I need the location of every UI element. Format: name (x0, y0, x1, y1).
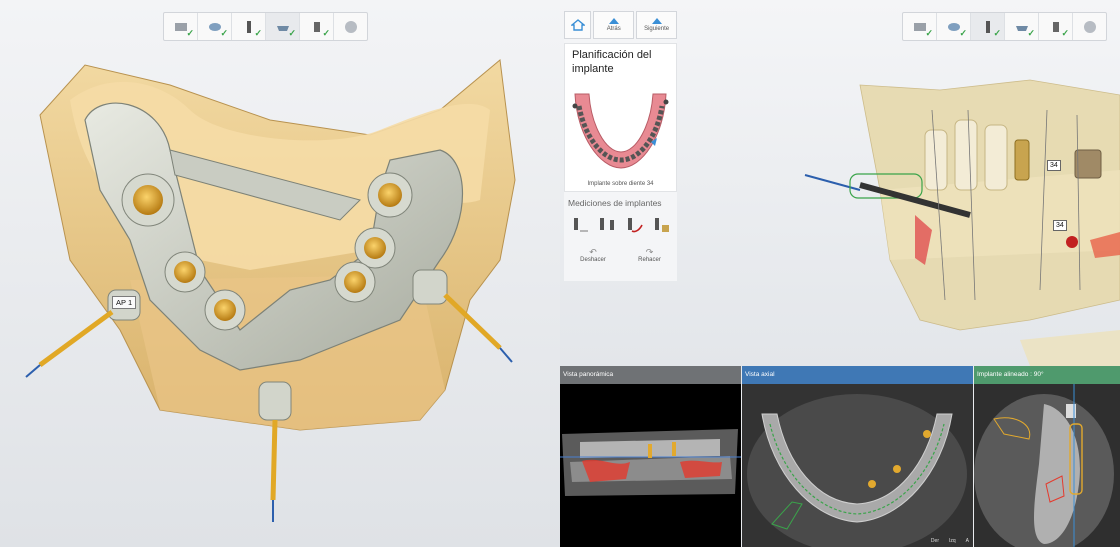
model-step-button[interactable]: ✓ (198, 13, 232, 40)
distance-measure-icon[interactable] (570, 215, 590, 235)
history-actions: ↶ Deshacer ↷ Rehacer (564, 239, 677, 263)
check-icon: ✓ (1061, 28, 1069, 38)
surgical-guide-3d-viewport[interactable]: AP 1 (0, 0, 560, 547)
panel-title: Planificación del implante (572, 49, 652, 75)
guide-step-button[interactable]: ✓ (1005, 13, 1039, 40)
globe-step-button[interactable] (1073, 13, 1106, 40)
home-icon (570, 19, 585, 31)
check-icon: ✓ (925, 28, 933, 38)
anchor-pin-label: AP 1 (112, 296, 137, 309)
orientation-left-side: Izq (948, 538, 956, 544)
next-label: Siguiente (644, 26, 670, 32)
drill-step-button[interactable]: ✓ (300, 13, 334, 40)
undo-button[interactable]: ↶ Deshacer (580, 247, 606, 263)
step-navigation: Atrás Siguiente (564, 11, 678, 39)
workflow-toolbar-left: ✓ ✓ ✓ ✓ ✓ (163, 12, 368, 41)
surgical-guide-3d-scene (25, 59, 516, 522)
aligned-implant-view[interactable]: Implante alineado : 90° (974, 366, 1120, 547)
back-arrow-icon (608, 18, 619, 24)
check-icon: ✓ (288, 28, 296, 38)
axial-scan-image (742, 384, 973, 547)
redo-icon: ↷ (645, 247, 654, 257)
panoramic-scan-image (560, 384, 741, 547)
aligned-scan-image (974, 384, 1120, 547)
jaw-bone (859, 79, 1120, 366)
redo-button[interactable]: ↷ Rehacer (638, 247, 661, 263)
implant-planning-card: Planificación del implante Implante sobr… (564, 43, 677, 192)
check-icon: ✓ (254, 28, 262, 38)
scan-step-button[interactable]: ✓ (164, 13, 198, 40)
tooth-label-upper: 34 (1047, 160, 1061, 171)
axial-orientation: Der Izq A (931, 538, 969, 544)
check-icon: ✓ (993, 28, 1001, 38)
redo-label: Rehacer (638, 257, 661, 263)
scan-step-button[interactable]: ✓ (903, 13, 937, 40)
next-button[interactable]: Siguiente (636, 11, 678, 39)
check-icon: ✓ (186, 28, 194, 38)
panoramic-view-header: Vista panorámica (560, 366, 741, 384)
check-icon: ✓ (959, 28, 967, 38)
guide-step-button[interactable]: ✓ (266, 13, 300, 40)
axial-view-header: Vista axial (742, 366, 973, 384)
back-button[interactable]: Atrás (593, 11, 635, 39)
undo-label: Deshacer (580, 257, 606, 263)
implant-step-button[interactable]: ✓ (232, 13, 266, 40)
next-arrow-icon (651, 18, 662, 24)
globe-step-button[interactable] (334, 13, 367, 40)
orientation-right-side: Der (930, 538, 939, 544)
implant-step-button[interactable]: ✓ (971, 13, 1005, 40)
bone-measure-icon[interactable] (651, 215, 671, 235)
panel-caption: Implante sobre diente 34 (587, 181, 654, 187)
drill-step-button[interactable]: ✓ (1039, 13, 1073, 40)
check-icon: ✓ (220, 28, 228, 38)
globe-tool-icon (344, 20, 357, 33)
check-icon: ✓ (1027, 28, 1035, 38)
panoramic-view[interactable]: Vista panorámica (560, 366, 741, 547)
globe-tool-icon (1083, 20, 1096, 33)
planning-side-panel: Atrás Siguiente Planificación del implan… (564, 11, 678, 281)
workflow-toolbar-right: ✓ ✓ ✓ ✓ ✓ (902, 12, 1107, 41)
aligned-view-header: Implante alineado : 90° (974, 366, 1120, 384)
measurements-title: Mediciones de implantes (568, 198, 662, 208)
orientation-anterior: A (965, 538, 969, 544)
nerve-measure-icon[interactable] (624, 215, 644, 235)
tooth-label-lower: 34 (1053, 220, 1067, 231)
jaw-thumbnail[interactable] (565, 76, 676, 176)
home-button[interactable] (564, 11, 592, 39)
check-icon: ✓ (322, 28, 330, 38)
axial-view[interactable]: Vista axial Der Izq A (742, 366, 973, 547)
measurement-tools (564, 211, 677, 239)
back-label: Atrás (606, 26, 621, 32)
angle-measure-icon[interactable] (597, 215, 617, 235)
model-step-button[interactable]: ✓ (937, 13, 971, 40)
undo-icon: ↶ (589, 247, 597, 257)
